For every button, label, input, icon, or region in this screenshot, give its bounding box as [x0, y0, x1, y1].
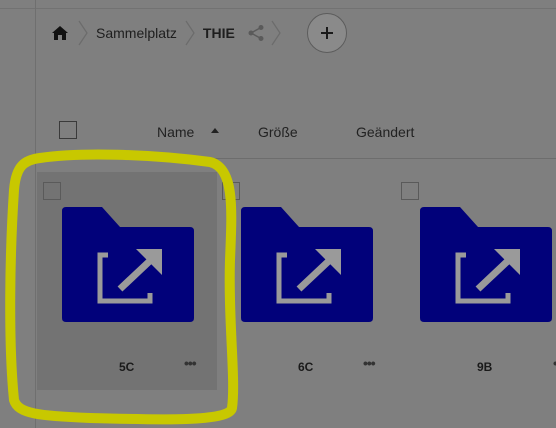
- plus-icon: [320, 27, 333, 39]
- chevron-right-icon: [78, 20, 88, 46]
- column-header-size[interactable]: Größe: [258, 124, 298, 140]
- share-icon[interactable]: [247, 24, 265, 42]
- file-tile[interactable]: 5C •••: [37, 172, 217, 390]
- tile-checkbox[interactable]: [401, 182, 419, 200]
- select-all-checkbox[interactable]: [59, 121, 77, 139]
- shared-folder-icon: [241, 207, 373, 322]
- header-divider: [35, 158, 556, 159]
- chevron-right-icon: [185, 20, 195, 46]
- breadcrumb-item-sammelplatz[interactable]: Sammelplatz: [96, 25, 177, 41]
- column-header-name[interactable]: Name: [157, 124, 194, 140]
- new-item-button[interactable]: [306, 13, 347, 53]
- breadcrumb: Sammelplatz THIE: [50, 13, 347, 53]
- chevron-right-icon: [271, 20, 281, 46]
- left-divider: [35, 0, 36, 428]
- more-icon[interactable]: •••: [184, 355, 197, 371]
- sort-up-icon: [211, 128, 219, 133]
- file-list-header: Name Größe Geändert: [0, 118, 556, 158]
- tile-checkbox[interactable]: [43, 182, 61, 200]
- top-divider: [0, 8, 556, 9]
- file-name[interactable]: 6C: [298, 360, 313, 374]
- shared-folder-icon: [62, 207, 194, 322]
- file-tile[interactable]: 9B •••: [395, 172, 556, 390]
- file-name[interactable]: 9B: [477, 360, 492, 374]
- shared-folder-icon: [420, 207, 552, 322]
- home-icon[interactable]: [50, 23, 70, 43]
- tile-checkbox[interactable]: [222, 182, 240, 200]
- file-tile[interactable]: 6C •••: [216, 172, 396, 390]
- more-icon[interactable]: •••: [363, 355, 376, 371]
- breadcrumb-item-current[interactable]: THIE: [203, 25, 235, 41]
- file-name[interactable]: 5C: [119, 360, 134, 374]
- column-header-modified[interactable]: Geändert: [356, 124, 414, 140]
